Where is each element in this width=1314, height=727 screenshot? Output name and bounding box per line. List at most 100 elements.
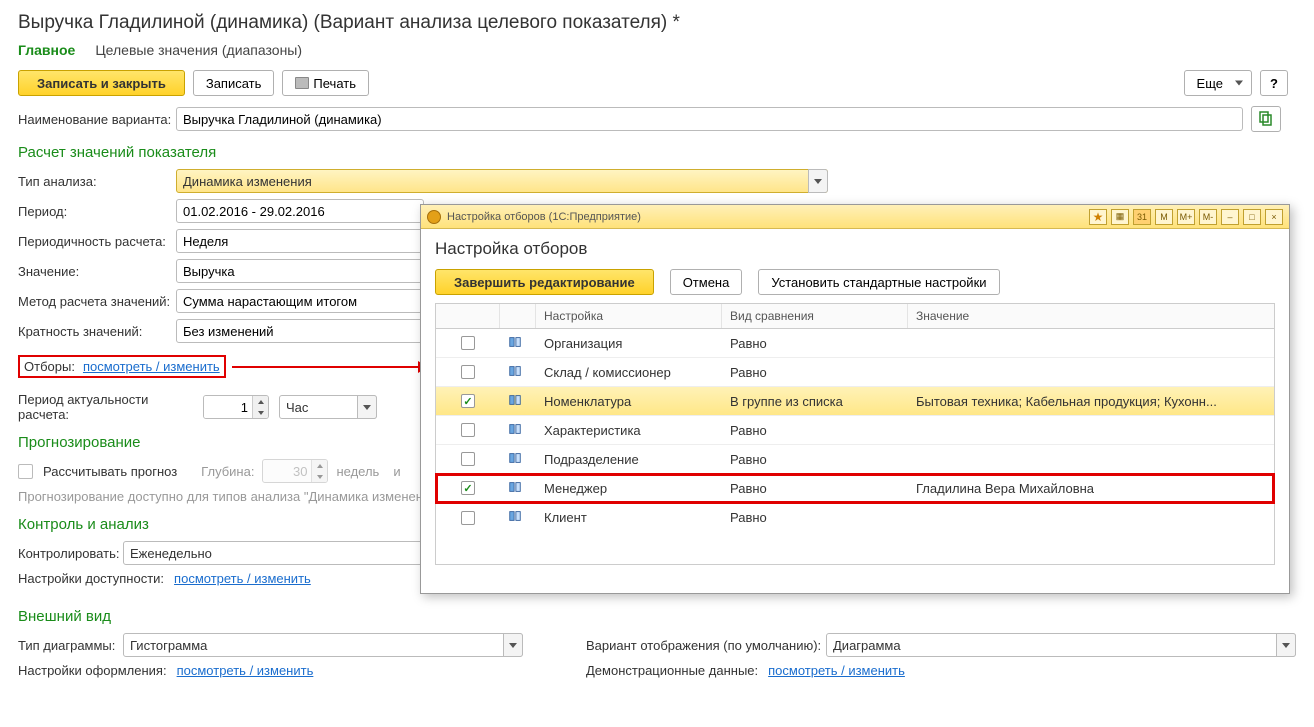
row-checkbox[interactable] [461,336,475,350]
actual-period-stepper[interactable] [203,395,269,419]
display-variant-select[interactable]: Диаграмма [826,633,1296,657]
chart-type-select[interactable]: Гистограмма [123,633,523,657]
col-value-header[interactable]: Значение [908,304,1274,328]
actual-period-unit-select[interactable]: Час [279,395,377,419]
row-value [908,339,1274,347]
memory-m-button[interactable]: M [1155,209,1173,225]
row-checkbox[interactable] [461,511,475,525]
grid-icon[interactable]: ▦ [1111,209,1129,225]
period-label: Период: [18,204,176,219]
dimension-icon [508,480,522,494]
app-1c-icon [427,210,441,224]
filter-row[interactable]: МенеджерРавноГладилина Вера Михайловна [436,474,1274,503]
cancel-button[interactable]: Отмена [670,269,743,295]
page-title: Выручка Гладилиной (динамика) (Вариант а… [18,12,1296,34]
row-checkbox[interactable] [461,423,475,437]
chevron-down-icon[interactable] [357,395,377,419]
print-button[interactable]: Печать [282,70,369,96]
filter-row[interactable]: ХарактеристикаРавно [436,416,1274,445]
availability-label: Настройки доступности: [18,571,164,586]
chevron-down-icon[interactable] [808,169,828,193]
availability-link[interactable]: посмотреть / изменить [174,571,311,586]
row-checkbox[interactable] [461,365,475,379]
maximize-icon[interactable]: □ [1243,209,1261,225]
dimension-icon [508,335,522,349]
minimize-icon[interactable]: – [1221,209,1239,225]
memory-mminus-button[interactable]: M- [1199,209,1217,225]
chart-type-label: Тип диаграммы: [18,638,123,653]
forecast-checkbox[interactable] [18,464,33,479]
save-button[interactable]: Записать [193,70,275,96]
grid-header: Настройка Вид сравнения Значение [436,304,1274,329]
filter-row[interactable]: ПодразделениеРавно [436,445,1274,474]
finish-editing-button[interactable]: Завершить редактирование [435,269,654,295]
close-icon[interactable]: × [1265,209,1283,225]
analysis-type-select[interactable]: Динамика изменения [176,169,828,193]
actual-period-number[interactable] [204,396,252,418]
row-value: Гладилина Вера Михайловна [908,477,1274,500]
col-comparison-header[interactable]: Вид сравнения [722,304,908,328]
multiplicity-label: Кратность значений: [18,324,176,339]
more-button[interactable]: Еще [1184,70,1252,96]
row-comparison: В группе из списка [722,390,908,413]
tab-targets[interactable]: Целевые значения (диапазоны) [95,42,302,58]
dimension-icon [508,451,522,465]
row-name: Характеристика [536,419,722,442]
row-name: Менеджер [536,477,722,500]
col-setting-header[interactable]: Настройка [536,304,722,328]
printer-icon [295,77,309,89]
tab-bar: Главное Целевые значения (диапазоны) [18,42,1296,58]
value-input[interactable] [176,259,424,283]
calendar-icon[interactable]: 31 [1133,209,1151,225]
memory-mplus-button[interactable]: M+ [1177,209,1195,225]
demo-data-link[interactable]: посмотреть / изменить [768,663,905,678]
stepper-up-icon[interactable] [253,396,268,407]
variant-name-label: Наименование варианта: [18,112,176,127]
multiplicity-input[interactable] [176,319,424,343]
row-comparison: Равно [722,419,908,442]
modal-titlebar[interactable]: Настройка отборов (1С:Предприятие) ★ ▦ 3… [421,205,1289,229]
filters-modal: Настройка отборов (1С:Предприятие) ★ ▦ 3… [420,204,1290,594]
save-close-button[interactable]: Записать и закрыть [18,70,185,96]
selections-label: Отборы: [24,359,75,374]
dimension-icon [508,393,522,407]
row-name: Организация [536,332,722,355]
and-label: и [393,464,400,479]
selections-link[interactable]: посмотреть / изменить [83,359,220,374]
filter-row[interactable]: Склад / комиссионерРавно [436,358,1274,387]
section-calc-title: Расчет значений показателя [18,144,1296,161]
defaults-button[interactable]: Установить стандартные настройки [758,269,999,295]
row-comparison: Равно [722,332,908,355]
calc-periodicity-input[interactable] [176,229,424,253]
depth-label: Глубина: [201,464,254,479]
filter-row[interactable]: НоменклатураВ группе из спискаБытовая те… [436,387,1274,416]
stepper-down-icon[interactable] [253,407,268,418]
favorite-icon[interactable]: ★ [1089,209,1107,225]
variant-name-input[interactable] [176,107,1243,131]
row-comparison: Равно [722,506,908,529]
copy-button[interactable] [1251,106,1281,132]
actual-period-label: Период актуальности расчета: [18,392,203,422]
row-checkbox[interactable] [461,394,475,408]
selections-highlight: Отборы: посмотреть / изменить [18,355,226,378]
forecast-checkbox-label: Рассчитывать прогноз [43,464,177,479]
actual-period-unit-value: Час [286,400,308,415]
filter-row[interactable]: ОрганизацияРавно [436,329,1274,358]
row-checkbox[interactable] [461,452,475,466]
display-variant-label: Вариант отображения (по умолчанию): [586,638,826,653]
copy-icon [1258,110,1274,129]
row-checkbox[interactable] [461,481,475,495]
row-value: Бытовая техника; Кабельная продукция; Ку… [908,390,1274,413]
period-input[interactable] [176,199,424,223]
help-button[interactable]: ? [1260,70,1288,96]
row-name: Клиент [536,506,722,529]
method-input[interactable] [176,289,424,313]
row-value [908,455,1274,463]
tab-main[interactable]: Главное [18,42,75,58]
chevron-down-icon[interactable] [1276,633,1296,657]
filter-row[interactable]: КлиентРавно [436,503,1274,532]
row-name: Подразделение [536,448,722,471]
appearance-link[interactable]: посмотреть / изменить [177,663,314,678]
chevron-down-icon[interactable] [503,633,523,657]
analysis-type-value: Динамика изменения [183,174,312,189]
